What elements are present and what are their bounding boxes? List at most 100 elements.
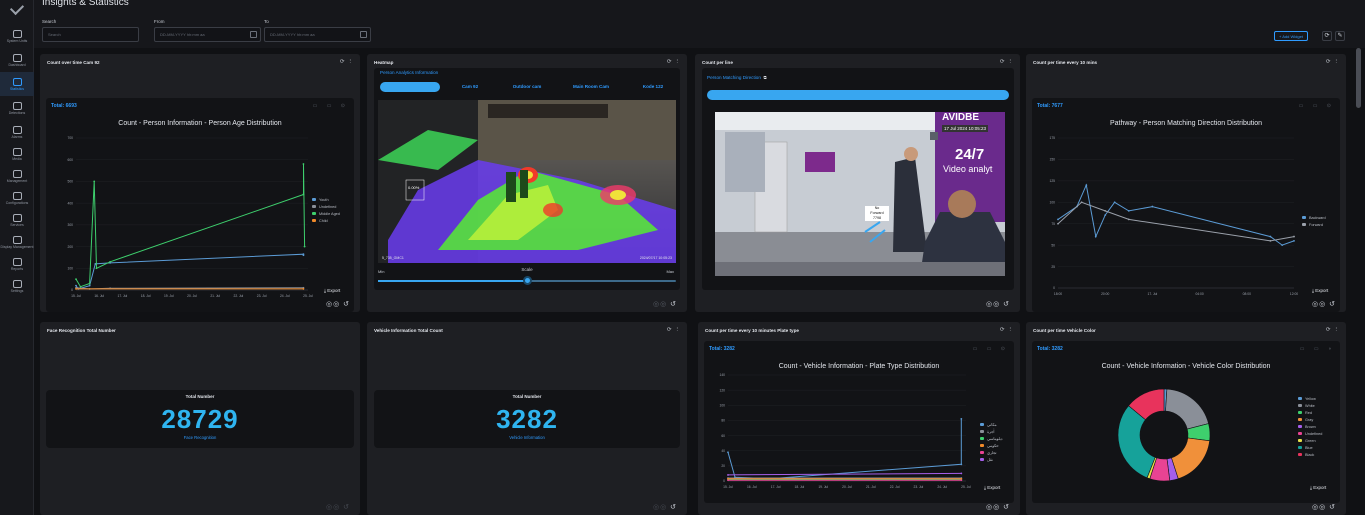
legend-item[interactable]: Child xyxy=(312,217,340,224)
sidebar-item[interactable]: Detections xyxy=(0,96,34,120)
data-point xyxy=(75,284,77,287)
more-icon[interactable]: ⋮ xyxy=(1008,59,1014,65)
scrollbar[interactable] xyxy=(1356,48,1361,108)
legend-item[interactable]: Middle Aged xyxy=(312,210,340,217)
more-icon[interactable]: ⋮ xyxy=(675,327,681,333)
target-icon[interactable]: ◎ xyxy=(1319,504,1326,511)
legend-item[interactable]: نقل xyxy=(980,456,1003,463)
tab-kode-122[interactable]: Kode 122 xyxy=(630,82,676,92)
target-icon[interactable]: ◎ xyxy=(1312,504,1319,511)
legend-item[interactable]: Undefined xyxy=(1298,430,1322,437)
target-icon[interactable]: ◎ xyxy=(1312,301,1319,308)
refresh-icon[interactable]: ⟳ xyxy=(1000,327,1005,333)
target-icon[interactable]: ◎ xyxy=(326,301,333,308)
target-icon[interactable]: ◎ xyxy=(326,504,333,511)
legend-item[interactable]: Backward xyxy=(1302,214,1326,221)
refresh-icon[interactable]: ⟳ xyxy=(667,327,672,333)
refresh-icon[interactable]: ⟳ xyxy=(340,59,345,65)
sidebar-item[interactable]: Alarms xyxy=(0,120,34,144)
sidebar-item[interactable]: Media xyxy=(0,142,34,166)
legend-item[interactable]: Yellow xyxy=(1298,395,1322,402)
target-icon[interactable]: ◎ xyxy=(986,301,993,308)
refresh-icon[interactable]: ⟳ xyxy=(1000,59,1005,65)
more-icon[interactable]: ⋮ xyxy=(1334,59,1340,65)
refresh-button[interactable]: ⟳ xyxy=(1322,31,1332,41)
legend-item[interactable]: تجاري xyxy=(980,449,1003,456)
tab-main-room-cam[interactable]: Main Room Cam xyxy=(562,82,620,92)
scale-slider-thumb[interactable] xyxy=(523,276,532,285)
sidebar-item[interactable]: Statistics xyxy=(0,72,34,96)
legend-item[interactable]: Undefined xyxy=(312,203,340,210)
add-widget-button[interactable]: + Add Widget xyxy=(1274,31,1308,41)
x-tick-label: 08:00 xyxy=(1243,292,1251,296)
target-icon[interactable]: ◎ xyxy=(986,504,993,511)
legend-item[interactable]: Gray xyxy=(1298,416,1322,423)
more-icon[interactable]: ⋮ xyxy=(1008,327,1014,333)
legend-item[interactable]: Green xyxy=(1298,437,1322,444)
refresh-icon[interactable]: ⟳ xyxy=(1326,327,1331,333)
reset-icon[interactable]: ↺ xyxy=(1003,301,1010,308)
target-icon[interactable]: ◎ xyxy=(333,301,340,308)
legend-item[interactable]: Forward xyxy=(1302,221,1326,228)
direction-tab-active[interactable] xyxy=(707,90,1009,100)
scale-slider-track[interactable] xyxy=(378,276,676,285)
legend-item[interactable]: White xyxy=(1298,402,1322,409)
target-icon[interactable]: ◎ xyxy=(653,504,660,511)
reset-icon[interactable]: ↺ xyxy=(343,504,350,511)
sidebar-item[interactable]: Dashboard xyxy=(0,48,34,72)
tab-heatmap-active[interactable] xyxy=(380,82,440,92)
sidebar-item[interactable]: Configurations xyxy=(0,186,34,210)
more-icon[interactable]: ⋮ xyxy=(348,59,354,65)
search-input[interactable]: Search xyxy=(42,27,139,42)
legend-item[interactable]: Brown xyxy=(1298,423,1322,430)
legend-item[interactable]: Blue xyxy=(1298,444,1322,451)
calendar-icon[interactable] xyxy=(250,31,257,38)
tab-outdoor-cam[interactable]: Outdoor cam xyxy=(502,82,552,92)
export-button[interactable]: ⤓ Export xyxy=(324,288,340,293)
legend-item[interactable]: حكومي xyxy=(980,442,1003,449)
sidebar-item-label: Detections xyxy=(8,110,26,115)
export-button[interactable]: ⤓ Export xyxy=(1310,485,1326,490)
reset-icon[interactable]: ↺ xyxy=(1003,504,1010,511)
legend-item[interactable]: دبلوماسي xyxy=(980,435,1003,442)
more-icon[interactable]: ⋮ xyxy=(675,59,681,65)
x-tick-label: 20. Jul xyxy=(187,294,197,298)
data-point xyxy=(1127,218,1130,221)
from-date-input[interactable]: DD-MM-YYYY hh:mm aa xyxy=(154,27,261,42)
tab-cam-92[interactable]: Cam 92 xyxy=(450,82,490,92)
refresh-icon[interactable]: ⟳ xyxy=(1326,59,1331,65)
reset-icon[interactable]: ↺ xyxy=(670,301,677,308)
copy-icon[interactable]: ⧉ xyxy=(763,75,766,80)
export-button[interactable]: ⤓ Export xyxy=(984,485,1000,490)
sidebar-item[interactable]: System Units xyxy=(0,24,34,48)
target-icon[interactable]: ◎ xyxy=(653,301,660,308)
edit-button[interactable]: ✎ xyxy=(1335,31,1345,41)
sidebar-item[interactable]: Services xyxy=(0,208,34,232)
reset-icon[interactable]: ↺ xyxy=(670,504,677,511)
more-icon[interactable]: ⋮ xyxy=(1334,327,1340,333)
target-icon[interactable]: ◎ xyxy=(993,504,1000,511)
reset-icon[interactable]: ↺ xyxy=(1329,504,1336,511)
reset-icon[interactable]: ↺ xyxy=(343,301,350,308)
target-icon[interactable]: ◎ xyxy=(660,504,667,511)
legend-item[interactable]: Red xyxy=(1298,409,1322,416)
legend-item[interactable]: Black xyxy=(1298,451,1322,458)
from-label: From xyxy=(154,19,165,24)
target-icon[interactable]: ◎ xyxy=(660,301,667,308)
legend-item[interactable]: Youth xyxy=(312,196,340,203)
sidebar-item[interactable]: Settings xyxy=(0,274,34,298)
calendar-icon[interactable] xyxy=(360,31,367,38)
sidebar-item[interactable]: Display Management xyxy=(0,230,34,254)
to-date-input[interactable]: DD-MM-YYYY hh:mm aa xyxy=(264,27,371,42)
reset-icon[interactable]: ↺ xyxy=(1329,301,1336,308)
target-icon[interactable]: ◎ xyxy=(333,504,340,511)
target-icon[interactable]: ◎ xyxy=(1319,301,1326,308)
sidebar-item[interactable]: Management xyxy=(0,164,34,188)
export-button[interactable]: ⤓ Export xyxy=(1312,288,1328,293)
refresh-icon[interactable]: ⟳ xyxy=(667,59,672,65)
legend-item[interactable]: مكاني xyxy=(980,421,1003,428)
target-icon[interactable]: ◎ xyxy=(993,301,1000,308)
legend-item[interactable]: أجرة xyxy=(980,428,1003,435)
logo-icon[interactable] xyxy=(9,0,25,16)
sidebar-item[interactable]: Reports xyxy=(0,252,34,276)
